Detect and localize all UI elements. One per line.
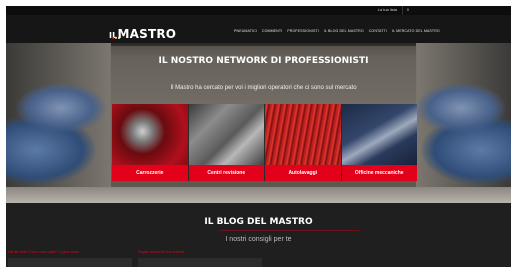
card-label: Carrozzerie bbox=[112, 165, 188, 181]
nav-menu: Pneumatici Commenti Professionisti Il bl… bbox=[234, 29, 440, 33]
blog-subtitle: I nostri consigli per te bbox=[225, 236, 292, 243]
professional-cards: Carrozzerie Centri revisione Autolavaggi… bbox=[112, 104, 417, 181]
hero-background-floor bbox=[6, 187, 511, 203]
nav-item-blog[interactable]: Il blog del Mastro bbox=[324, 29, 364, 33]
nav-item-pneumatici[interactable]: Pneumatici bbox=[234, 29, 257, 33]
nav-item-mercato[interactable]: Il mercato del Mastro bbox=[392, 29, 440, 33]
logo-word: MASTRO bbox=[117, 27, 177, 41]
carwash-brush-left-top bbox=[16, 83, 106, 133]
hero-title: IL NOSTRO NETWORK DI PROFESSIONISTI bbox=[158, 56, 369, 66]
carwash-brush-right-top bbox=[416, 83, 506, 133]
divider bbox=[402, 6, 403, 15]
card-centri-revisione[interactable]: Centri revisione bbox=[188, 104, 265, 181]
account-link[interactable]: La tua lista bbox=[378, 7, 397, 12]
browser-viewport: La tua lista 0 ILMASTRO Pneumatici Comme… bbox=[6, 6, 511, 267]
logo-dot-yellow bbox=[115, 37, 117, 39]
nav-item-commenti[interactable]: Commenti bbox=[262, 29, 282, 33]
card-label: Officine meccaniche bbox=[341, 165, 417, 181]
wash-brush-image bbox=[265, 104, 341, 165]
spray-gun-image bbox=[112, 104, 188, 165]
hero-section: IL NOSTRO NETWORK DI PROFESSIONISTI Il M… bbox=[6, 43, 511, 203]
blog-post-link-2[interactable]: Regole autoriemi: the scheme bbox=[138, 250, 185, 254]
wrench-image bbox=[341, 104, 417, 165]
logo-dot-red bbox=[112, 37, 114, 39]
blog-post-thumbnail-1[interactable] bbox=[8, 258, 132, 267]
blog-title: IL BLOG DEL MASTRO bbox=[204, 217, 313, 227]
cart-count[interactable]: 0 bbox=[407, 7, 409, 12]
mechanic-hands-image bbox=[188, 104, 264, 165]
nav-item-professionisti[interactable]: Professionisti bbox=[287, 29, 319, 33]
blog-section: IL BLOG DEL MASTRO I nostri consigli per… bbox=[6, 203, 511, 267]
card-label: Centri revisione bbox=[188, 165, 264, 181]
blog-post-link-1[interactable]: Hai dei vetri? Ecco come pulirli? Li puo… bbox=[8, 250, 82, 254]
card-label: Autolavaggi bbox=[265, 165, 341, 181]
nav-item-contatti[interactable]: Contatti bbox=[369, 29, 387, 33]
top-utility-bar: La tua lista 0 bbox=[6, 6, 511, 15]
main-navigation: ILMASTRO Pneumatici Commenti Professioni… bbox=[6, 15, 511, 43]
card-autolavaggi[interactable]: Autolavaggi bbox=[265, 104, 342, 181]
logo-dots bbox=[112, 37, 120, 39]
blog-title-underline bbox=[219, 230, 359, 231]
blog-post-thumbnail-2[interactable] bbox=[138, 258, 262, 267]
site-logo[interactable]: ILMASTRO bbox=[109, 23, 176, 42]
logo-dot-white bbox=[118, 37, 120, 39]
hero-subtitle: Il Mastro ha cercato per voi i migliori … bbox=[170, 85, 357, 91]
card-carrozzerie[interactable]: Carrozzerie bbox=[112, 104, 189, 181]
card-officine-meccaniche[interactable]: Officine meccaniche bbox=[341, 104, 417, 181]
